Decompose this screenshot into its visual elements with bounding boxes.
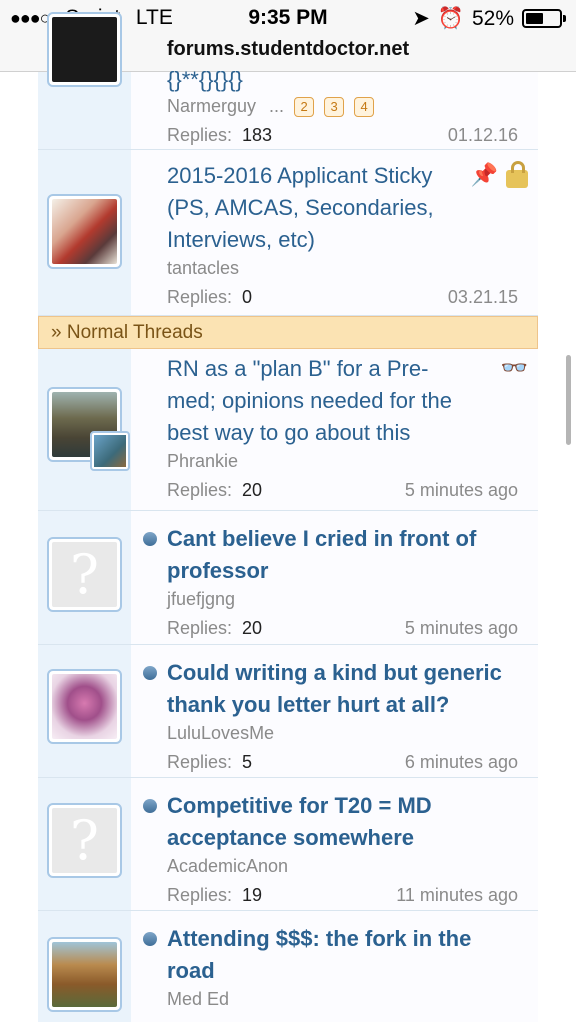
page-link[interactable]: 4 [354, 97, 375, 118]
thread-author[interactable]: LuluLovesMe [167, 721, 528, 745]
battery-icon [522, 9, 566, 28]
replies-label: Replies: [167, 885, 233, 905]
battery-percent: 52% [471, 6, 514, 30]
thread-author[interactable]: Med Ed [167, 987, 528, 1011]
thread-author[interactable]: Narmerguy [167, 96, 256, 116]
section-header: » Normal Threads [38, 316, 538, 349]
thread-item[interactable]: RN as a "plan B" for a Pre- med; opinion… [38, 349, 538, 511]
unread-dot-icon[interactable] [143, 932, 157, 946]
thread-title[interactable]: Attending $$$: the fork in the road [167, 923, 528, 987]
default-avatar-icon: ? [52, 542, 117, 607]
replies-count: 20 [242, 480, 263, 500]
thread-list: {}**{}{}{} Narmerguy ... 2 3 4 Replies: 1… [38, 12, 538, 1022]
thread-item[interactable]: 2015-2016 Applicant Sticky (PS, AMCAS, S… [38, 150, 538, 316]
unread-dot-icon[interactable] [143, 799, 157, 813]
replies-label: Replies: [167, 125, 233, 145]
last-post-date[interactable]: 5 minutes ago [405, 477, 518, 503]
avatar[interactable]: ? [47, 803, 122, 878]
thread-title[interactable]: RN as a "plan B" for a Pre- med; opinion… [167, 353, 528, 449]
replies-count: 183 [242, 125, 273, 145]
alarm-icon: ⏰ [437, 6, 464, 30]
last-poster-avatar[interactable] [90, 431, 130, 471]
thread-author[interactable]: jfuefjgng [167, 587, 528, 611]
thread-author[interactable]: tantacles [167, 256, 528, 280]
replies-count: 19 [242, 885, 263, 905]
page-link[interactable]: 2 [294, 97, 315, 118]
glasses-icon: 👓 [500, 355, 528, 380]
thread-item[interactable]: Could writing a kind but generic thank y… [38, 645, 538, 778]
thread-title[interactable]: Cant believe I cried in front of profess… [167, 523, 528, 587]
replies-label: Replies: [167, 287, 233, 307]
section-prefix: » [51, 322, 62, 343]
last-post-date[interactable]: 6 minutes ago [405, 749, 518, 775]
scrollbar[interactable] [566, 355, 571, 445]
replies-count: 5 [242, 752, 253, 772]
replies-label: Replies: [167, 752, 233, 772]
replies-label: Replies: [167, 618, 233, 638]
last-post-date[interactable]: 03.21.15 [448, 284, 518, 310]
last-post-date[interactable]: 5 minutes ago [405, 615, 518, 641]
avatar[interactable] [47, 12, 122, 87]
section-title: Normal Threads [66, 322, 203, 343]
thread-item[interactable]: Attending $$$: the fork in the road Med … [38, 911, 538, 1022]
replies-count: 0 [242, 287, 253, 307]
avatar[interactable] [47, 194, 122, 269]
page-ellipsis: ... [269, 96, 285, 116]
thread-title[interactable]: {}**{}{}{} [167, 64, 528, 96]
avatar[interactable] [47, 669, 122, 744]
avatar[interactable]: ? [47, 537, 122, 612]
status-right: ➤ ⏰ 52% [412, 6, 566, 31]
pin-icon: 📌 [470, 162, 498, 187]
default-avatar-icon: ? [52, 808, 117, 873]
location-icon: ➤ [412, 7, 430, 30]
page-link[interactable]: 3 [324, 97, 345, 118]
thread-author[interactable]: Phrankie [167, 449, 528, 473]
thread-item[interactable]: {}**{}{}{} Narmerguy ... 2 3 4 Replies: 1… [38, 12, 538, 150]
replies-label: Replies: [167, 480, 233, 500]
unread-dot-icon[interactable] [143, 532, 157, 546]
thread-author[interactable]: AcademicAnon [167, 854, 528, 878]
thread-item[interactable]: ? Cant believe I cried in front of profe… [38, 511, 538, 645]
thread-title[interactable]: Competitive for T20 = MD acceptance some… [167, 790, 528, 854]
last-post-date[interactable]: 11 minutes ago [396, 882, 518, 908]
last-post-date[interactable]: 01.12.16 [448, 122, 518, 148]
avatar[interactable] [47, 937, 122, 1012]
unread-dot-icon[interactable] [143, 666, 157, 680]
thread-title[interactable]: Could writing a kind but generic thank y… [167, 657, 528, 721]
replies-count: 20 [242, 618, 263, 638]
lock-icon [506, 161, 528, 188]
thread-item[interactable]: ? Competitive for T20 = MD acceptance so… [38, 778, 538, 911]
